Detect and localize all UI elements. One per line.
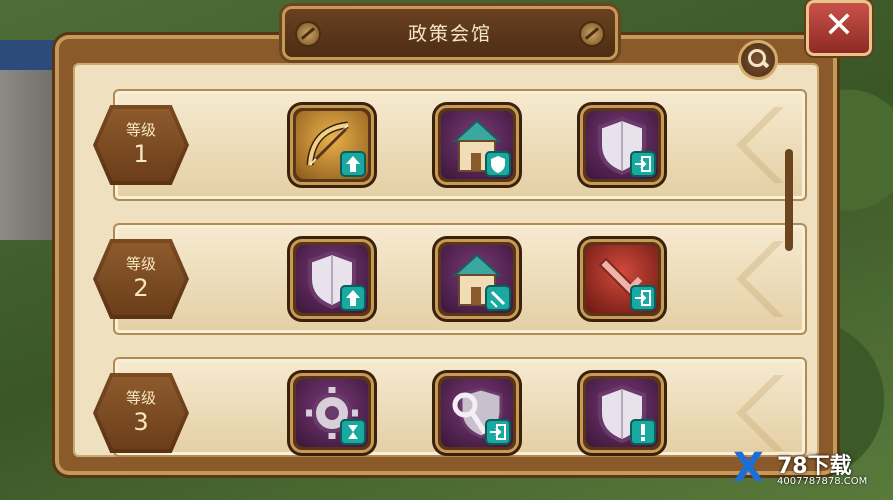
title-plate: 政策会馆	[282, 6, 618, 60]
enter-icon	[630, 151, 656, 177]
policy-card-bow[interactable]	[290, 105, 374, 185]
shield-icon	[485, 151, 511, 177]
policy-card-house-sword[interactable]	[435, 239, 519, 319]
exclamation-icon	[630, 419, 656, 445]
close-icon: ✕	[823, 5, 855, 46]
scrollbar[interactable]	[785, 149, 793, 251]
policy-card-key-shield[interactable]	[435, 373, 519, 453]
house-sword-icon	[441, 245, 513, 313]
search-icon-handle	[760, 59, 770, 69]
policy-card-house-shield[interactable]	[435, 105, 519, 185]
level-number: 2	[133, 274, 149, 302]
level-badge: 等级 3	[93, 373, 189, 453]
policy-card-sword[interactable]	[580, 239, 664, 319]
close-button[interactable]: ✕	[806, 0, 872, 56]
level-label: 等级	[125, 389, 156, 407]
level-row-1: 等级 1	[93, 89, 807, 201]
sword-icon	[485, 285, 511, 311]
house-shield-icon	[441, 111, 513, 179]
castle-wall	[0, 70, 63, 240]
gear-hourglass-icon	[296, 379, 368, 447]
policy-card-shield-alert[interactable]	[580, 373, 664, 453]
level-number: 3	[133, 408, 149, 436]
level-label: 等级	[125, 255, 156, 273]
policy-card-shield-upgrade[interactable]	[290, 239, 374, 319]
chevron-right-icon	[725, 375, 795, 451]
shield-upgrade-icon	[296, 245, 368, 313]
level-label: 等级	[125, 121, 156, 139]
watermark-url: 4007787878.COM	[777, 476, 868, 487]
level-badge: 等级 2	[93, 239, 189, 319]
level-number: 1	[133, 140, 149, 168]
policy-card-gear[interactable]	[290, 373, 374, 453]
window-content: 等级 1 等级 2 等级 3	[73, 63, 819, 457]
arrow-up-icon	[340, 151, 366, 177]
policy-hall-window: 等级 1 等级 2 等级 3	[55, 35, 837, 475]
arrow-up-icon	[340, 285, 366, 311]
hourglass-icon	[340, 419, 366, 445]
shield-alert-icon	[586, 379, 658, 447]
search-button[interactable]	[738, 40, 778, 80]
shield-enter-icon	[586, 111, 658, 179]
window-title: 政策会馆	[407, 23, 492, 45]
enter-icon	[485, 419, 511, 445]
sword-enter-icon	[586, 245, 658, 313]
enter-icon	[630, 285, 656, 311]
level-row-3: 等级 3	[93, 357, 807, 457]
key-shield-enter-icon	[441, 379, 513, 447]
policy-card-shield[interactable]	[580, 105, 664, 185]
chevron-right-icon	[725, 241, 795, 317]
watermark: X 78下载 4007787878.COM	[733, 448, 883, 494]
level-row-2: 等级 2	[93, 223, 807, 335]
watermark-logo: X	[733, 445, 764, 491]
bow-upgrade-icon	[296, 111, 368, 179]
level-badge: 等级 1	[93, 105, 189, 185]
screw-icon	[579, 21, 605, 47]
